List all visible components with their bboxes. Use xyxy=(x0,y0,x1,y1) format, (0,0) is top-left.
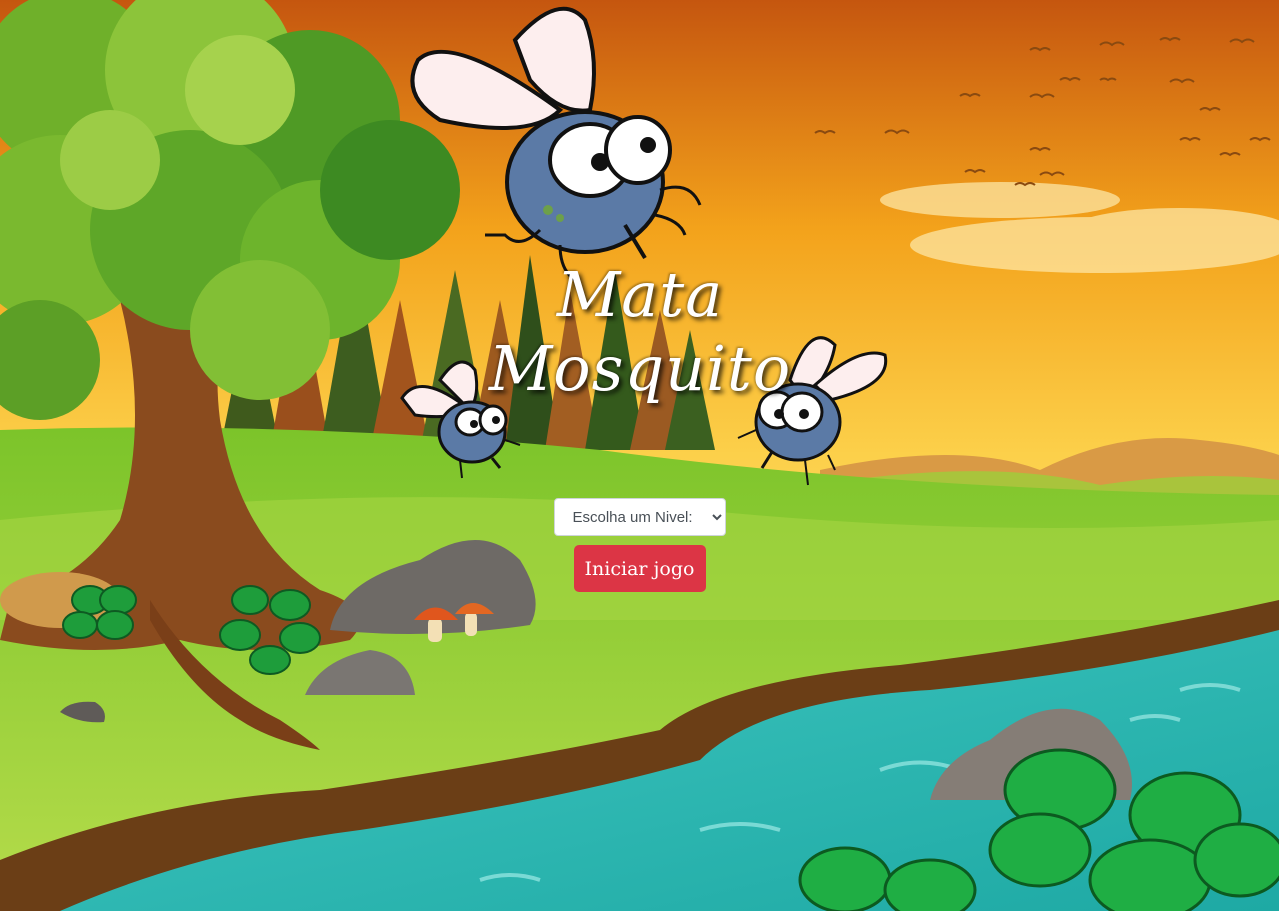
title-line-1: Mata xyxy=(556,258,724,331)
start-menu: Escolha um Nivel: Iniciar jogo xyxy=(0,498,1279,592)
title-line-2: Mosquito xyxy=(488,332,792,405)
level-select[interactable]: Escolha um Nivel: xyxy=(553,498,726,536)
game-background xyxy=(0,0,1279,911)
game-title: Mata Mosquito xyxy=(440,258,840,406)
start-game-button[interactable]: Iniciar jogo xyxy=(573,545,706,592)
